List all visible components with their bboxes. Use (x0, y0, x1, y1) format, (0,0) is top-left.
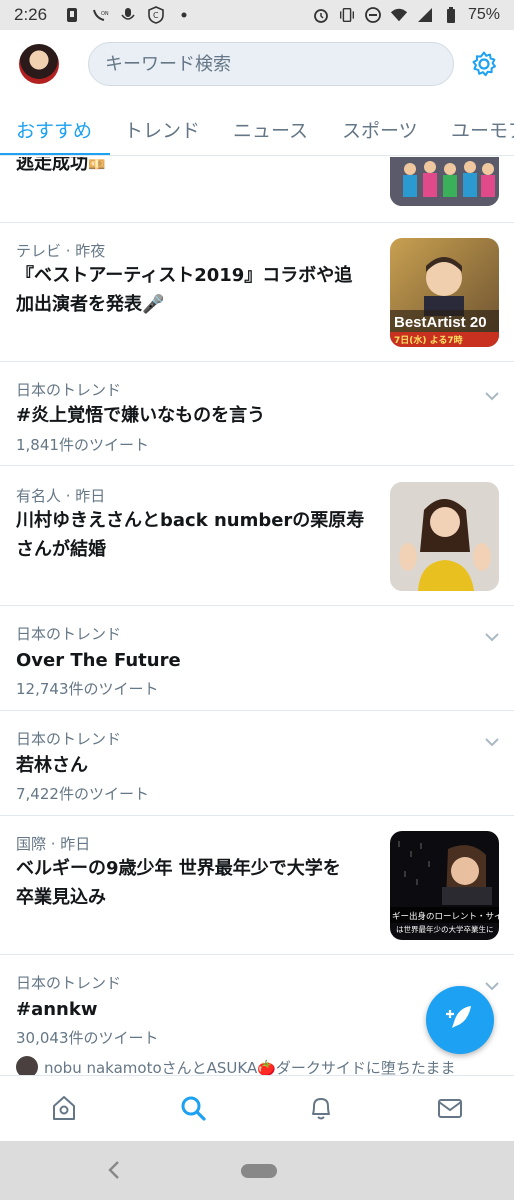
news-title-line-2: さんが結婚 (16, 539, 106, 560)
trend-meta: 日本のトレンド (16, 974, 122, 992)
signal-icon (416, 6, 434, 24)
system-nav-bar (0, 1141, 514, 1200)
trend-tweet-count: 7,422件のツイート (16, 785, 149, 803)
news-meta: 国際 · 昨日 (16, 835, 91, 853)
news-thumbnail: ギー出身のローレント・サイモ は世界最年少の大学卒業生に (390, 831, 499, 940)
search-input[interactable] (105, 53, 453, 75)
trend-tweet-count: 1,841件のツイート (16, 436, 149, 454)
chevron-down-icon[interactable] (484, 732, 500, 747)
news-thumbnail (390, 157, 499, 206)
tab-news[interactable]: ニュース (233, 116, 308, 143)
trend-meta: 日本のトレンド (16, 625, 122, 643)
dot-icon (175, 6, 193, 24)
tab-humor[interactable]: ユーモア (451, 116, 514, 143)
home-icon[interactable] (50, 1094, 78, 1122)
thumb-text-belgium-sub: は世界最年少の大学卒業生に (396, 924, 494, 934)
trend-meta: 日本のトレンド (16, 381, 122, 399)
trend-title: #炎上覚悟で嫌いなものを言う (16, 405, 266, 426)
avatar[interactable] (19, 44, 59, 84)
compose-feather-icon (444, 1002, 476, 1038)
thumb-text-belgium: ギー出身のローレント・サイモ (392, 911, 499, 922)
trend-related: nobu nakamotoさんとASUKA🍅ダークサイドに堕ちたまま (16, 1056, 455, 1075)
mail-icon[interactable] (436, 1094, 464, 1122)
gear-icon[interactable] (470, 50, 498, 78)
battery-icon (442, 6, 460, 24)
svg-text:ON: ON (101, 11, 109, 17)
trend-tweet-count: 12,743件のツイート (16, 680, 159, 698)
trend-title: 若林さん (16, 755, 88, 776)
status-time: 2:26 (14, 5, 48, 24)
tab-trends[interactable]: トレンド (124, 116, 200, 143)
news-title-line-1: ベルギーの9歳少年 世界最年少で大学を (16, 858, 341, 879)
news-title-line-1: 川村ゆきえさんとback numberの栗原寿 (16, 510, 365, 531)
battery-percent: 75% (467, 6, 500, 23)
wifi-icon (390, 6, 408, 24)
trends-feed: 逃走成功💴 テレビ · 昨夜 『ベストアーティスト2019』コラボや追 加出演者… (0, 157, 514, 1075)
trend-title: #annkw (16, 999, 98, 1020)
tab-recommended[interactable]: おすすめ (16, 116, 92, 143)
news-title-line-2: 卒業見込み (16, 887, 106, 908)
news-title: 逃走成功💴 (16, 157, 106, 174)
news-item[interactable]: 逃走成功💴 (0, 157, 514, 223)
news-item[interactable]: 有名人 · 昨日 川村ゆきえさんとback numberの栗原寿 さんが結婚 (0, 466, 514, 606)
search-box[interactable] (88, 42, 454, 86)
back-icon[interactable] (106, 1159, 122, 1181)
compose-button[interactable] (426, 986, 494, 1054)
shield-icon: C (147, 6, 165, 24)
voicemail-icon (119, 6, 137, 24)
svg-text:C: C (153, 11, 159, 20)
chevron-down-icon[interactable] (484, 976, 500, 991)
trend-related-text: nobu nakamotoさんとASUKA🍅ダークサイドに堕ちたまま (44, 1058, 456, 1076)
notification-icon (63, 6, 81, 24)
news-thumbnail (390, 482, 499, 591)
news-title-line-2: 加出演者を発表🎤 (16, 294, 165, 315)
news-meta: 有名人 · 昨日 (16, 487, 106, 505)
bottom-nav (0, 1075, 514, 1141)
trend-item[interactable]: 日本のトレンド 若林さん 7,422件のツイート (0, 711, 514, 816)
thumb-text-bestartist-sub: 7日(水) よる7時 (394, 334, 463, 346)
search-icon[interactable] (179, 1094, 207, 1122)
news-meta: テレビ · 昨夜 (16, 242, 106, 260)
thumb-text-bestartist: BestArtist 20 (394, 314, 487, 331)
home-pill-button[interactable] (241, 1164, 277, 1178)
vibrate-icon (338, 6, 356, 24)
dnd-icon (364, 6, 382, 24)
call-forward-icon: ON (91, 6, 109, 24)
trend-tweet-count: 30,043件のツイート (16, 1029, 159, 1047)
tab-sports[interactable]: スポーツ (342, 116, 418, 143)
top-header (0, 30, 514, 100)
explore-tabs: おすすめ トレンド ニュース スポーツ ユーモア (0, 100, 514, 156)
news-title-line-1: 『ベストアーティスト2019』コラボや追 (16, 265, 353, 286)
trend-item[interactable]: 日本のトレンド #炎上覚悟で嫌いなものを言う 1,841件のツイート (0, 362, 514, 466)
chevron-down-icon[interactable] (484, 627, 500, 642)
news-thumbnail: BestArtist 20 7日(水) よる7時 (390, 238, 499, 347)
news-item[interactable]: テレビ · 昨夜 『ベストアーティスト2019』コラボや追 加出演者を発表🎤 B… (0, 223, 514, 362)
trend-meta: 日本のトレンド (16, 730, 122, 748)
news-item[interactable]: 国際 · 昨日 ベルギーの9歳少年 世界最年少で大学を 卒業見込み ギー出身のロ… (0, 816, 514, 955)
trend-title: Over The Future (16, 650, 181, 671)
chevron-down-icon[interactable] (484, 386, 500, 401)
status-bar: 2:26 ON C 75% (0, 0, 514, 30)
bell-icon[interactable] (307, 1094, 335, 1122)
alarm-icon (312, 6, 330, 24)
avatar (16, 1056, 38, 1075)
tab-active-indicator (0, 153, 110, 155)
trend-item[interactable]: 日本のトレンド Over The Future 12,743件のツイート (0, 606, 514, 711)
